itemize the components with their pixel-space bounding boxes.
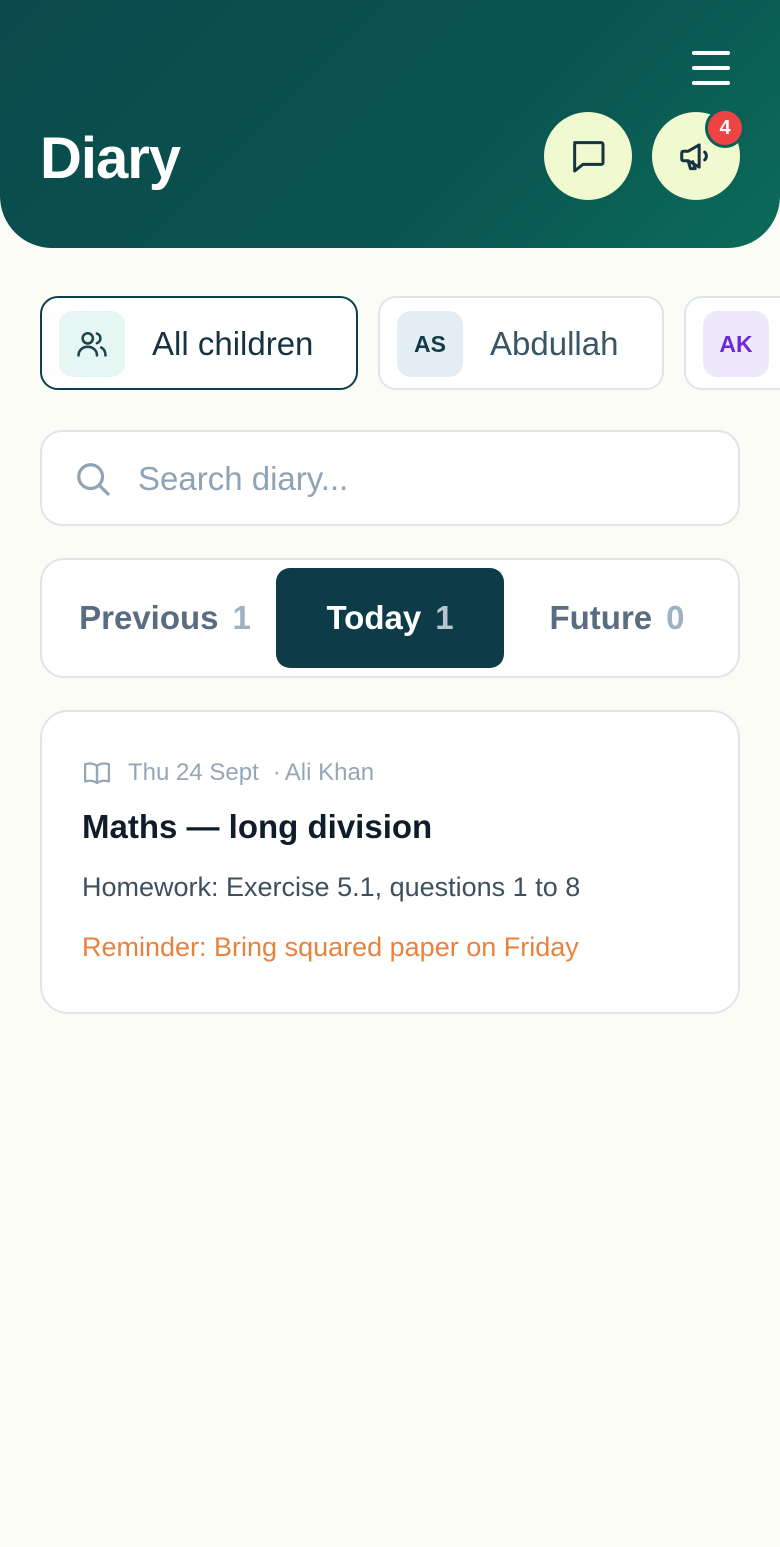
tab-today[interactable]: Today 1 bbox=[276, 568, 504, 668]
page-title: Diary bbox=[40, 126, 181, 191]
search-input[interactable] bbox=[138, 456, 698, 502]
entry-reminder: Reminder: Bring squared paper on Friday bbox=[82, 932, 579, 962]
entry-teacher: Ali Khan bbox=[284, 759, 375, 786]
tab-previous[interactable]: Previous 1 bbox=[52, 568, 278, 668]
hamburger-menu-icon[interactable] bbox=[688, 46, 736, 90]
avatar: AK bbox=[703, 311, 769, 377]
tab-count: 1 bbox=[435, 599, 454, 636]
header: Diary 4 bbox=[0, 0, 780, 248]
child-chip-ak[interactable]: AK bbox=[684, 296, 780, 390]
notification-count-badge: 4 bbox=[705, 108, 745, 148]
avatar: AS bbox=[397, 311, 463, 377]
chip-avatar bbox=[59, 311, 125, 377]
message-bubble-icon bbox=[573, 141, 605, 173]
chip-label: Abdullah bbox=[490, 325, 619, 362]
diary-entry-card[interactable]: Thu 24 Sept · Ali Khan Maths — long divi… bbox=[40, 710, 740, 1014]
messages-button[interactable] bbox=[544, 112, 632, 200]
chip-label: All children bbox=[152, 325, 314, 362]
entry-body: Homework: Exercise 5.1, questions 1 to 8 bbox=[82, 872, 581, 902]
search-bar[interactable] bbox=[40, 430, 740, 526]
date-tabs: Previous 1 Today 1 Future 0 bbox=[40, 558, 740, 678]
tab-label: Future bbox=[549, 599, 653, 636]
tab-future[interactable]: Future 0 bbox=[504, 568, 730, 668]
tab-count: 0 bbox=[666, 599, 685, 636]
search-icon bbox=[77, 463, 110, 496]
diary-screen: Diary 4 All children AS Abdullah AK Sear… bbox=[0, 0, 780, 1547]
entry-title: Maths — long division bbox=[82, 808, 433, 845]
tab-count: 1 bbox=[232, 599, 251, 636]
child-chip-abdullah[interactable]: AS Abdullah bbox=[378, 296, 664, 390]
child-chip-all-children[interactable]: All children bbox=[40, 296, 358, 390]
meta-separator: · bbox=[272, 759, 281, 786]
entry-meta: Thu 24 Sept · Ali Khan bbox=[82, 756, 374, 790]
tab-label: Today bbox=[326, 599, 422, 636]
people-group-icon bbox=[77, 331, 107, 357]
entry-date: Thu 24 Sept bbox=[128, 759, 259, 786]
open-book-icon bbox=[84, 762, 110, 785]
tab-label: Previous bbox=[79, 599, 219, 636]
megaphone-icon bbox=[680, 143, 708, 171]
